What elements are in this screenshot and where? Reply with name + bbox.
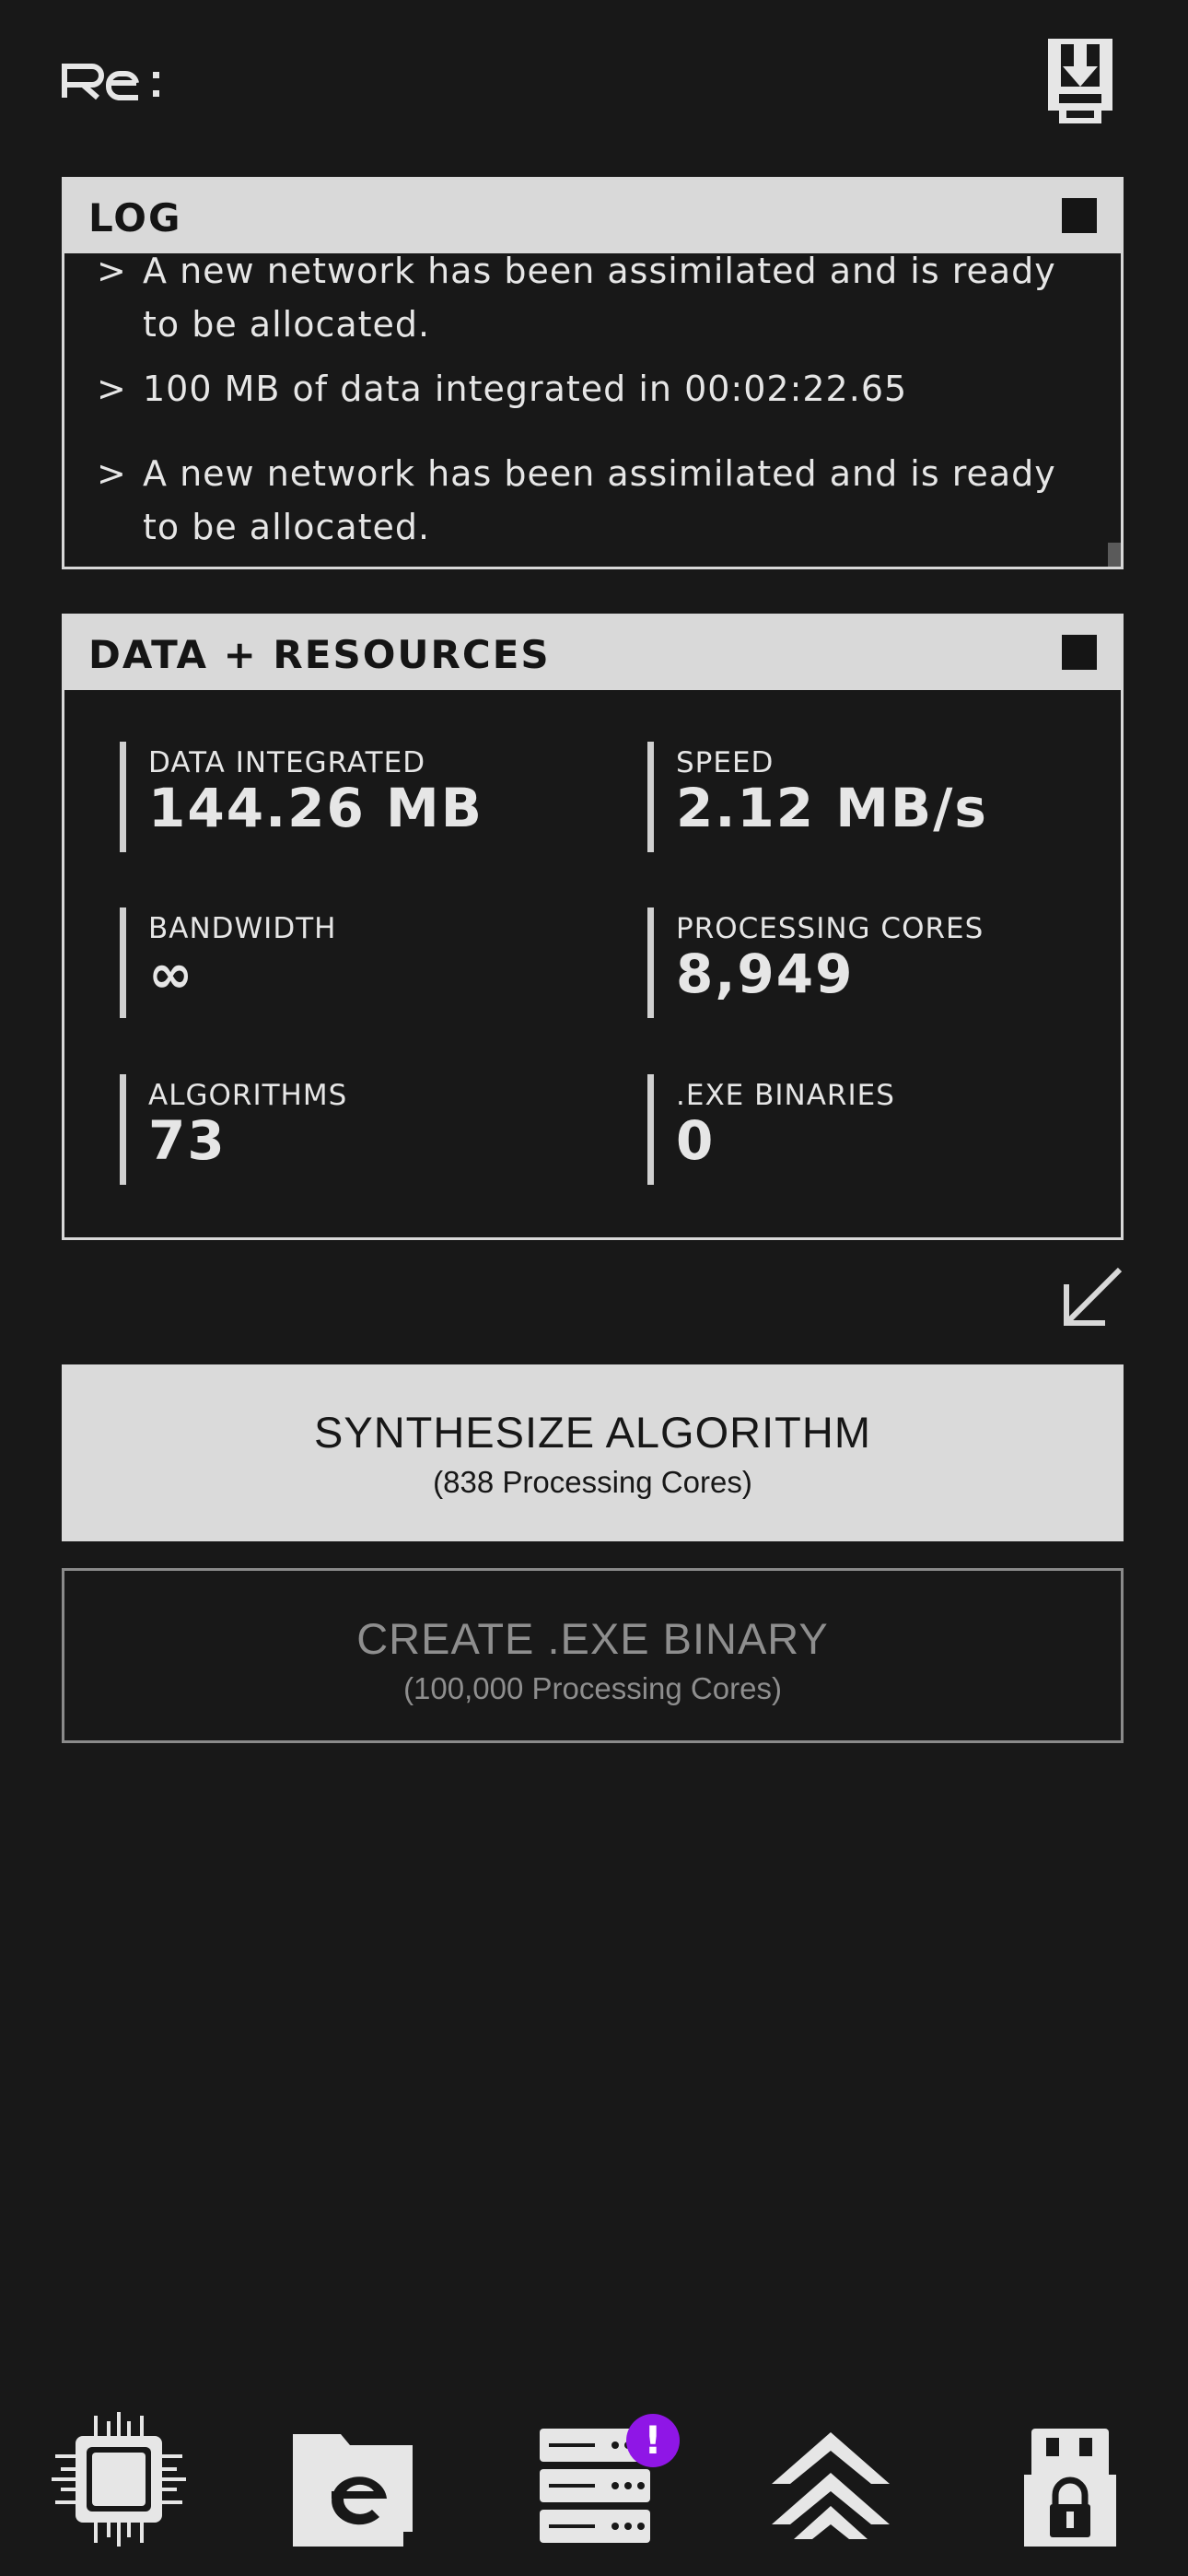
nav-cpu-chip[interactable] — [52, 2410, 186, 2548]
upgrade-chevrons-icon — [772, 2432, 890, 2539]
log-list[interactable]: > A new network has been assimilated and… — [64, 253, 1121, 567]
stat-data-integrated: DATA INTEGRATED 144.26 MB — [120, 742, 562, 852]
app-logo — [61, 52, 190, 111]
log-entry: > A new network has been assimilated and… — [97, 453, 1056, 547]
nav-upgrades[interactable] — [770, 2410, 891, 2548]
resources-toggle-icon[interactable] — [1062, 635, 1097, 670]
resources-panel: DATA + RESOURCES DATA INTEGRATED 144.26 … — [62, 614, 1124, 1240]
nav-locked-drive[interactable] — [1022, 2410, 1118, 2548]
log-panel: > A new network has been assimilated and… — [62, 177, 1124, 569]
log-toggle-icon[interactable] — [1062, 198, 1097, 233]
locked-usb-icon — [1024, 2429, 1116, 2547]
collapse-arrow-icon[interactable] — [1059, 1264, 1125, 1330]
log-header: LOG — [64, 180, 1121, 253]
resources-title: DATA + RESOURCES — [88, 632, 551, 677]
stat-algorithms: ALGORITHMS 73 — [120, 1074, 562, 1185]
notification-badge: ! — [626, 2414, 680, 2467]
cpu-chip-icon — [52, 2412, 186, 2547]
resources-header: DATA + RESOURCES — [64, 616, 1121, 690]
download-save-icon[interactable] — [1041, 35, 1120, 127]
stat-bandwidth: BANDWIDTH ∞ — [120, 907, 562, 1018]
stat-exe-binaries: .EXE BINARIES 0 — [647, 1074, 1089, 1185]
create-exe-binary-button[interactable]: CREATE .EXE BINARY (100,000 Processing C… — [62, 1568, 1124, 1743]
folder-e-icon — [293, 2434, 413, 2547]
log-entry: > 100 MB of data integrated in 00:02:22.… — [97, 369, 908, 409]
log-entry: > A new network has been assimilated and… — [97, 253, 1056, 345]
stat-speed: SPEED 2.12 MB/s — [647, 742, 1089, 852]
synthesize-algorithm-button[interactable]: SYNTHESIZE ALGORITHM (838 Processing Cor… — [62, 1364, 1124, 1541]
nav-files[interactable] — [291, 2410, 422, 2548]
log-scrollbar[interactable] — [1108, 543, 1121, 567]
stat-processing-cores: PROCESSING CORES 8,949 — [647, 907, 1089, 1018]
log-title: LOG — [88, 195, 182, 240]
